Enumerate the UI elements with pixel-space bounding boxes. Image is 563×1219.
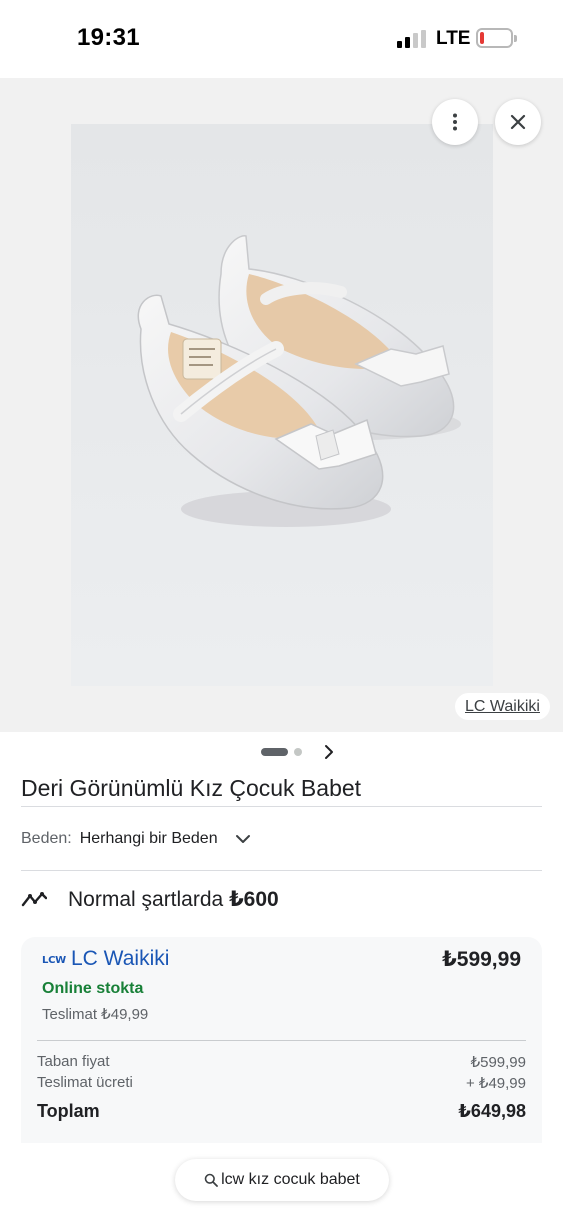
product-photo xyxy=(71,124,493,686)
network-label: LTE xyxy=(436,28,471,49)
total-value: ₺649,98 xyxy=(458,1101,526,1121)
search-query-text: lcw kız cocuk babet xyxy=(221,1171,360,1188)
offer-card[interactable]: LCW LC Waikiki ₺599,99 Online stokta Tes… xyxy=(21,937,542,1143)
stock-status: Online stokta xyxy=(42,980,144,997)
search-query-pill[interactable]: lcw kız cocuk babet xyxy=(175,1159,389,1201)
search-icon xyxy=(204,1173,219,1187)
divider xyxy=(21,806,542,807)
status-time: 19:31 xyxy=(77,24,140,51)
store-name[interactable]: LC Waikiki xyxy=(71,947,169,971)
product-title: Deri Görünümlü Kız Çocuk Babet xyxy=(21,775,362,801)
pager-dot-active[interactable] xyxy=(261,748,288,756)
pager-dot[interactable] xyxy=(294,748,302,756)
more-options-button[interactable] xyxy=(432,99,478,145)
battery-icon xyxy=(476,28,517,48)
more-vert-icon xyxy=(453,113,457,131)
size-label: Beden: xyxy=(21,830,72,847)
price-trend: Normal şartlarda ₺600 xyxy=(21,884,279,914)
shipping-fee-value: + ₺49,99 xyxy=(465,1075,526,1092)
shipping-fee-label: Teslimat ücreti xyxy=(37,1074,133,1091)
image-viewer: LC Waikiki xyxy=(0,78,563,732)
shipping-fee-row: Teslimat ücreti + ₺49,99 xyxy=(37,1074,526,1092)
shipping-cost: Teslimat ₺49,99 xyxy=(42,1006,149,1023)
base-price-label: Taban fiyat xyxy=(37,1053,110,1070)
divider xyxy=(21,870,542,871)
base-price-row: Taban fiyat ₺599,99 xyxy=(37,1053,526,1071)
store-logo: LCW xyxy=(42,955,66,966)
size-value: Herhangi bir Beden xyxy=(79,830,218,847)
shoe-illustration xyxy=(71,124,493,686)
trend-icon xyxy=(21,892,47,907)
chevron-right-icon[interactable] xyxy=(320,743,338,761)
total-label: Toplam xyxy=(37,1101,100,1121)
close-icon xyxy=(510,114,526,130)
offer-price: ₺599,99 xyxy=(442,948,521,971)
card-divider xyxy=(37,1040,526,1041)
price-trend-text: Normal şartlarda ₺600 xyxy=(68,887,279,911)
base-price-value: ₺599,99 xyxy=(470,1054,526,1071)
status-bar: 19:31 LTE xyxy=(0,0,563,78)
size-selector[interactable]: Beden: Herhangi bir Beden xyxy=(21,826,252,852)
close-button[interactable] xyxy=(495,99,541,145)
image-pager xyxy=(0,740,563,764)
signal-icon xyxy=(397,30,427,48)
price-trend-value: ₺600 xyxy=(229,887,279,911)
chevron-down-icon xyxy=(235,835,250,843)
image-source-link[interactable]: LC Waikiki xyxy=(455,693,550,720)
total-row: Toplam ₺649,98 xyxy=(37,1101,526,1122)
